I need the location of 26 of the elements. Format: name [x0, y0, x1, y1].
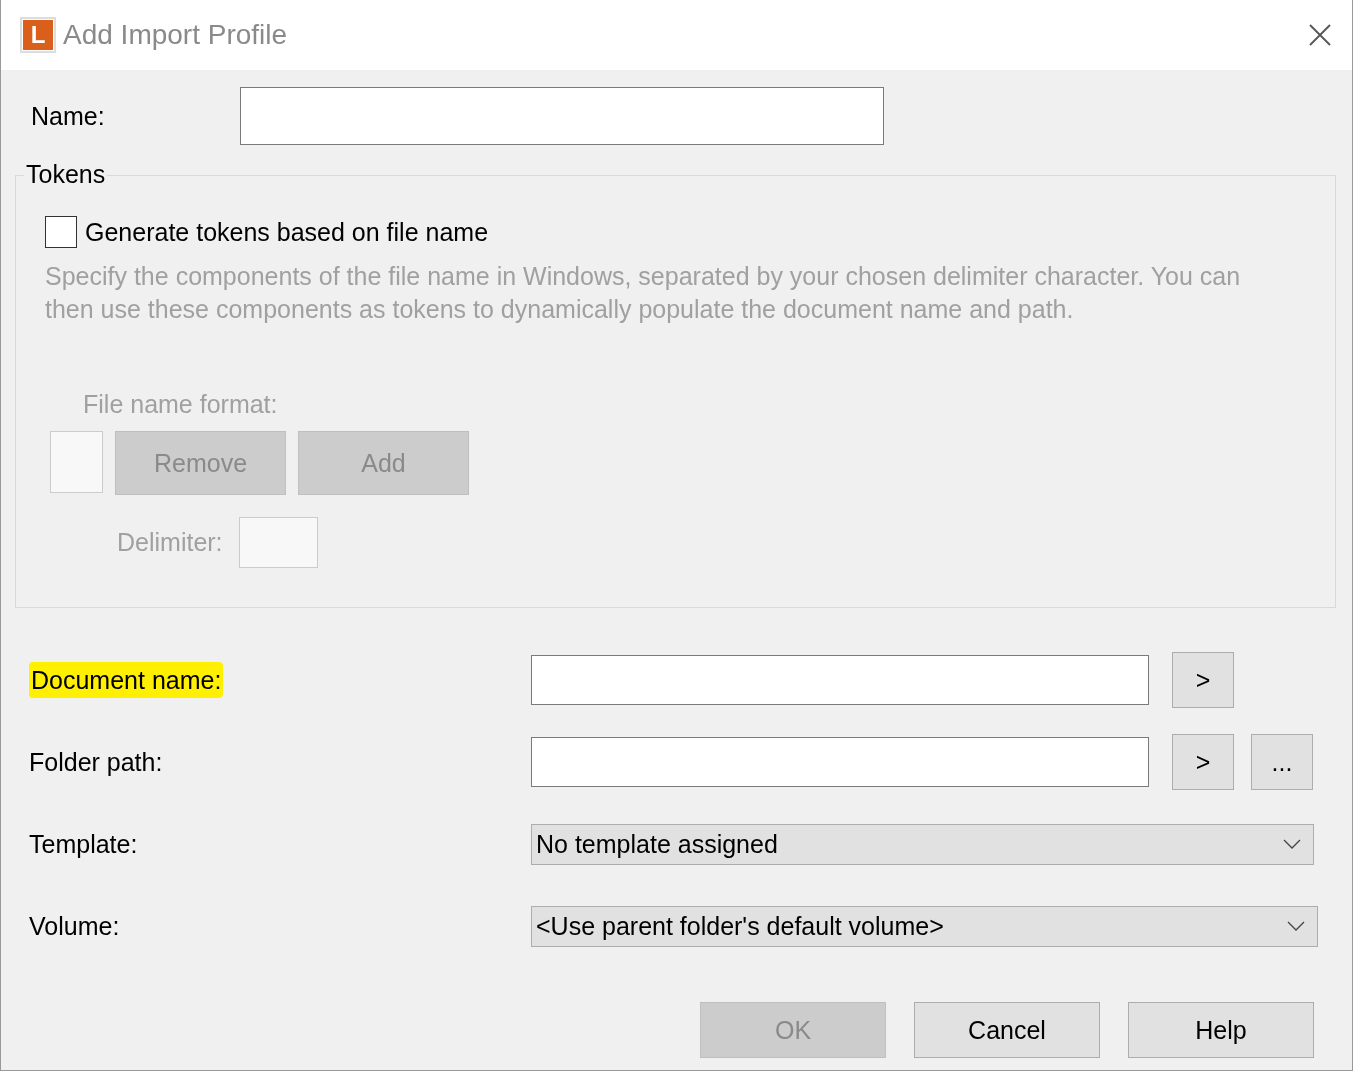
delimiter-input-field[interactable]	[238, 517, 318, 568]
checkbox-label[interactable]: Generate tokens based on file name	[85, 217, 489, 247]
chevron-down-icon	[1287, 921, 1305, 931]
description-text: Specify the components of the file name in Windows, separated by your chosen delimiter character. You can then use these components as tokens to dynamically populate the document name and path.	[45, 261, 1242, 325]
checkbox[interactable]	[45, 216, 77, 248]
field-button[interactable]: >	[1172, 652, 1234, 708]
field-label: Volume:	[29, 911, 120, 940]
field-label: Name:	[31, 101, 106, 131]
field-label: Delimiter:	[117, 528, 223, 557]
app-logo: L	[23, 20, 53, 50]
dropdown[interactable]: No template assigned	[531, 823, 1314, 865]
close-icon[interactable]	[1308, 23, 1332, 47]
field-button[interactable]: >	[1172, 734, 1234, 790]
dialog-button[interactable]: Help	[1128, 1002, 1314, 1058]
field-label: File name format:	[83, 390, 279, 419]
dropdown[interactable]: <Use parent folder's default volume>	[531, 905, 1318, 947]
text-input-field[interactable]	[531, 737, 1149, 787]
field-label: Folder path:	[29, 747, 163, 776]
field-button[interactable]: ...	[1251, 734, 1313, 790]
field-label: Document name:	[29, 661, 224, 698]
text-input-field[interactable]	[531, 655, 1149, 705]
dialog-button[interactable]: Cancel	[914, 1002, 1100, 1058]
field-label: Template:	[29, 829, 138, 858]
window-title: Add Import Profile	[63, 19, 289, 51]
chevron-down-icon	[1283, 839, 1301, 849]
name-input-field[interactable]	[240, 87, 884, 145]
